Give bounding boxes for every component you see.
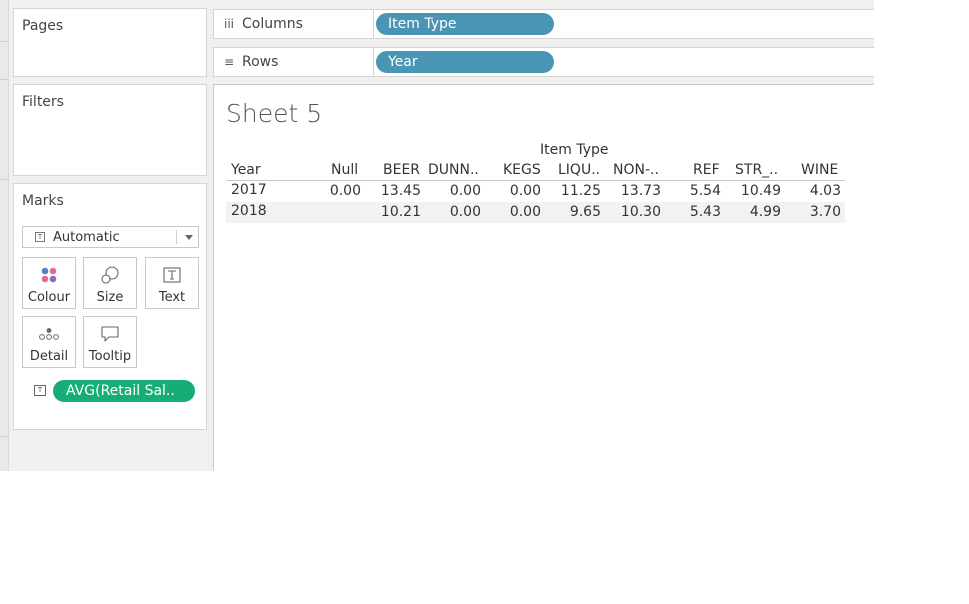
marks-title: Marks	[22, 193, 64, 209]
colour-label: Colour	[27, 290, 71, 305]
size-label: Size	[96, 290, 124, 305]
colour-dots-icon	[23, 264, 75, 286]
column-header[interactable]: WINE	[801, 162, 838, 178]
size-shapes-icon	[84, 264, 136, 286]
text-mark-icon: T	[34, 385, 46, 396]
item-type-pill[interactable]: Item Type	[376, 13, 554, 35]
colour-button[interactable]: Colour	[22, 257, 76, 309]
row-label-year[interactable]: 2017	[231, 182, 267, 198]
filters-card[interactable]: Filters	[13, 84, 207, 176]
column-header[interactable]: LIQU..	[558, 162, 600, 178]
detail-label: Detail	[29, 349, 69, 364]
tableau-workspace: Pages Filters Marks T Automatic Colour S…	[0, 0, 874, 471]
table-row: 2018 10.21 0.00 0.00 9.65 10.30 5.43 4.9…	[226, 202, 845, 223]
table-cell[interactable]: 4.03	[781, 183, 841, 199]
avg-retail-sales-pill[interactable]: AVG(Retail Sal..	[53, 380, 195, 402]
table-cell[interactable]: 13.73	[601, 183, 661, 199]
chevron-down-icon[interactable]	[185, 235, 193, 240]
tooltip-label: Tooltip	[88, 349, 132, 364]
mark-type-label: Automatic	[53, 230, 120, 245]
rows-shelf-label: ≡ Rows	[214, 48, 374, 76]
table-cell[interactable]: 10.21	[361, 204, 421, 220]
pages-card[interactable]: Pages	[13, 8, 207, 77]
table-cell[interactable]: 0.00	[481, 204, 541, 220]
row-label-year[interactable]: 2018	[231, 203, 267, 219]
sheet-title[interactable]: Sheet 5	[226, 99, 322, 128]
table-cell[interactable]: 3.70	[781, 204, 841, 220]
worksheet-view: Sheet 5 Item Type Year Null BEER DUNN.. …	[213, 84, 874, 471]
speech-bubble-icon	[84, 323, 136, 345]
size-button[interactable]: Size	[83, 257, 137, 309]
column-header[interactable]: DUNN..	[428, 162, 479, 178]
row-header-year[interactable]: Year	[231, 162, 261, 178]
detail-button[interactable]: Detail	[22, 316, 76, 368]
dropdown-separator	[176, 230, 177, 244]
tooltip-button[interactable]: Tooltip	[83, 316, 137, 368]
table-cell[interactable]: 13.45	[361, 183, 421, 199]
rows-icon: ≡	[223, 55, 235, 69]
mark-type-dropdown[interactable]: T Automatic	[22, 226, 199, 248]
column-header[interactable]: BEER	[383, 162, 420, 178]
filters-title: Filters	[22, 94, 64, 110]
table-cell[interactable]: 0.00	[421, 183, 481, 199]
year-pill[interactable]: Year	[376, 51, 554, 73]
column-header[interactable]: STR_..	[735, 162, 778, 178]
table-cell[interactable]: 4.99	[721, 204, 781, 220]
columns-icon: iii	[223, 17, 234, 31]
table-row: 2017 0.00 13.45 0.00 0.00 11.25 13.73 5.…	[226, 181, 845, 202]
table-cell[interactable]: 0.00	[301, 183, 361, 199]
rows-shelf[interactable]: ≡ Rows Year	[213, 47, 874, 77]
column-header[interactable]: NON-..	[613, 162, 659, 178]
table-cell[interactable]: 0.00	[481, 183, 541, 199]
column-header[interactable]: Null	[331, 162, 358, 178]
text-mark-icon: T	[35, 232, 45, 242]
table-cell[interactable]: 9.65	[541, 204, 601, 220]
table-cell[interactable]: 10.30	[601, 204, 661, 220]
column-header[interactable]: KEGS	[503, 162, 541, 178]
marks-card: Marks T Automatic Colour Size Text Detai…	[13, 183, 207, 430]
columns-shelf-label: iii Columns	[214, 10, 374, 38]
rows-label: Rows	[242, 54, 279, 70]
text-label: Text	[158, 290, 186, 305]
table-cell[interactable]: 0.00	[421, 204, 481, 220]
detail-dots-icon	[23, 323, 75, 345]
column-header[interactable]: REF	[693, 162, 720, 178]
table-cell[interactable]: 10.49	[721, 183, 781, 199]
columns-label: Columns	[242, 16, 303, 32]
table-cell[interactable]: 5.43	[661, 204, 721, 220]
columns-shelf[interactable]: iii Columns Item Type	[213, 9, 874, 39]
pages-title: Pages	[22, 18, 64, 34]
column-group-header[interactable]: Item Type	[540, 142, 608, 158]
left-edge-strip	[0, 0, 9, 471]
table-cell[interactable]: 5.54	[661, 183, 721, 199]
text-button[interactable]: Text	[145, 257, 199, 309]
table-cell[interactable]: 11.25	[541, 183, 601, 199]
text-box-icon	[146, 264, 198, 286]
